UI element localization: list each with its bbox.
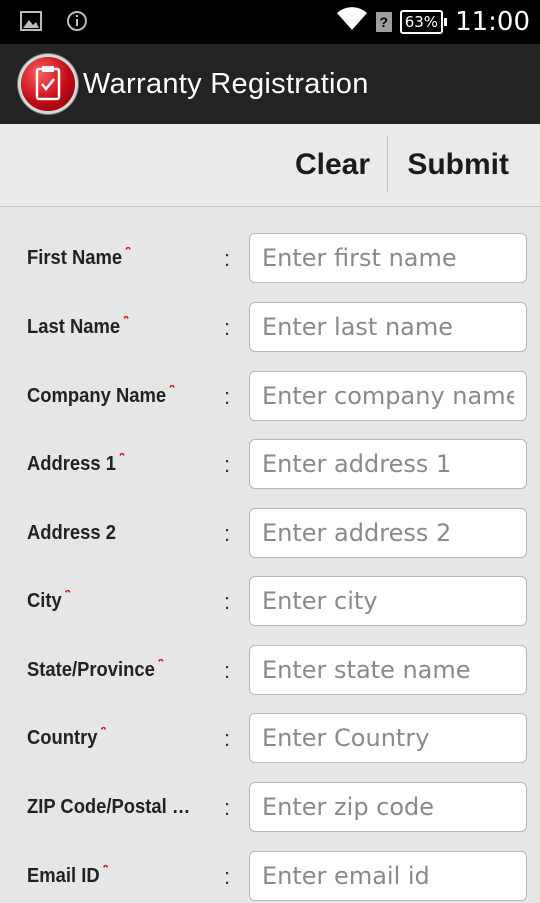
- company-name-input[interactable]: [249, 371, 527, 421]
- field-label: Email ID *: [27, 865, 202, 888]
- form-row-address-2: Address 2 :: [0, 508, 540, 560]
- label-colon: :: [224, 795, 231, 820]
- wifi-icon: [336, 6, 368, 37]
- notification-icons: [20, 10, 88, 37]
- last-name-input[interactable]: [249, 302, 527, 352]
- state-province-input[interactable]: [249, 645, 527, 695]
- required-marker: *: [168, 385, 176, 398]
- battery-level: 63%: [399, 9, 444, 34]
- field-label: First Name *: [27, 247, 202, 270]
- label-colon: :: [224, 315, 231, 340]
- required-marker: *: [64, 590, 71, 603]
- required-marker: *: [102, 865, 109, 878]
- image-icon: [20, 11, 42, 36]
- required-marker: *: [122, 316, 130, 329]
- label-colon: :: [224, 384, 231, 409]
- form-row-first-name: First Name * :: [0, 233, 540, 285]
- field-label: City *: [27, 590, 202, 613]
- label-colon: :: [224, 726, 231, 751]
- label-colon: :: [224, 658, 231, 683]
- field-label: Last Name *: [27, 316, 202, 339]
- label-colon: :: [224, 246, 231, 271]
- label-colon: :: [224, 864, 231, 889]
- field-label: ZIP Code/Postal C…: [27, 796, 202, 818]
- page-title: Warranty Registration: [83, 67, 369, 100]
- toolbar-divider: [387, 136, 388, 192]
- address-1-input[interactable]: [249, 439, 527, 489]
- form-row-state-province: State/Province * :: [0, 645, 540, 697]
- country-input[interactable]: [249, 713, 527, 763]
- field-label: Company Name *: [27, 385, 202, 408]
- address-2-input[interactable]: [249, 508, 527, 558]
- signal-unknown-icon: ?: [375, 11, 392, 32]
- required-marker: *: [157, 659, 165, 672]
- form-row-address-1: Address 1 * :: [0, 439, 540, 491]
- first-name-input[interactable]: [249, 233, 527, 283]
- clear-button[interactable]: Clear: [295, 124, 370, 206]
- battery-icon: 63%: [399, 9, 448, 34]
- required-marker: *: [100, 727, 107, 740]
- email-id-input[interactable]: [249, 851, 527, 901]
- submit-button[interactable]: Submit: [407, 124, 509, 206]
- field-label: State/Province *: [27, 659, 202, 682]
- form-row-country: Country * :: [0, 713, 540, 765]
- clock: 11:00: [455, 6, 530, 37]
- form-row-city: City * :: [0, 576, 540, 628]
- required-marker: *: [124, 247, 132, 260]
- label-colon: :: [224, 452, 231, 477]
- city-input[interactable]: [249, 576, 527, 626]
- form-row-zip-code: ZIP Code/Postal C… :: [0, 782, 540, 834]
- field-label: Address 2: [27, 522, 116, 544]
- info-icon: [66, 10, 88, 37]
- clipboard-check-icon[interactable]: [21, 57, 75, 111]
- form-row-company-name: Company Name * :: [0, 371, 540, 423]
- status-bar: ? 63% 11:00: [0, 0, 540, 44]
- form-row-email-id: Email ID * :: [0, 851, 540, 903]
- form-row-last-name: Last Name * :: [0, 302, 540, 354]
- zip-code-input[interactable]: [249, 782, 527, 832]
- label-colon: :: [224, 589, 231, 614]
- system-icons: ? 63% 11:00: [336, 6, 530, 37]
- label-colon: :: [224, 521, 231, 546]
- field-label: Address 1 *: [27, 453, 202, 476]
- form-toolbar: Clear Submit: [0, 124, 540, 207]
- field-label: Country *: [27, 727, 202, 750]
- required-marker: *: [118, 453, 126, 466]
- action-bar: Warranty Registration: [0, 44, 540, 124]
